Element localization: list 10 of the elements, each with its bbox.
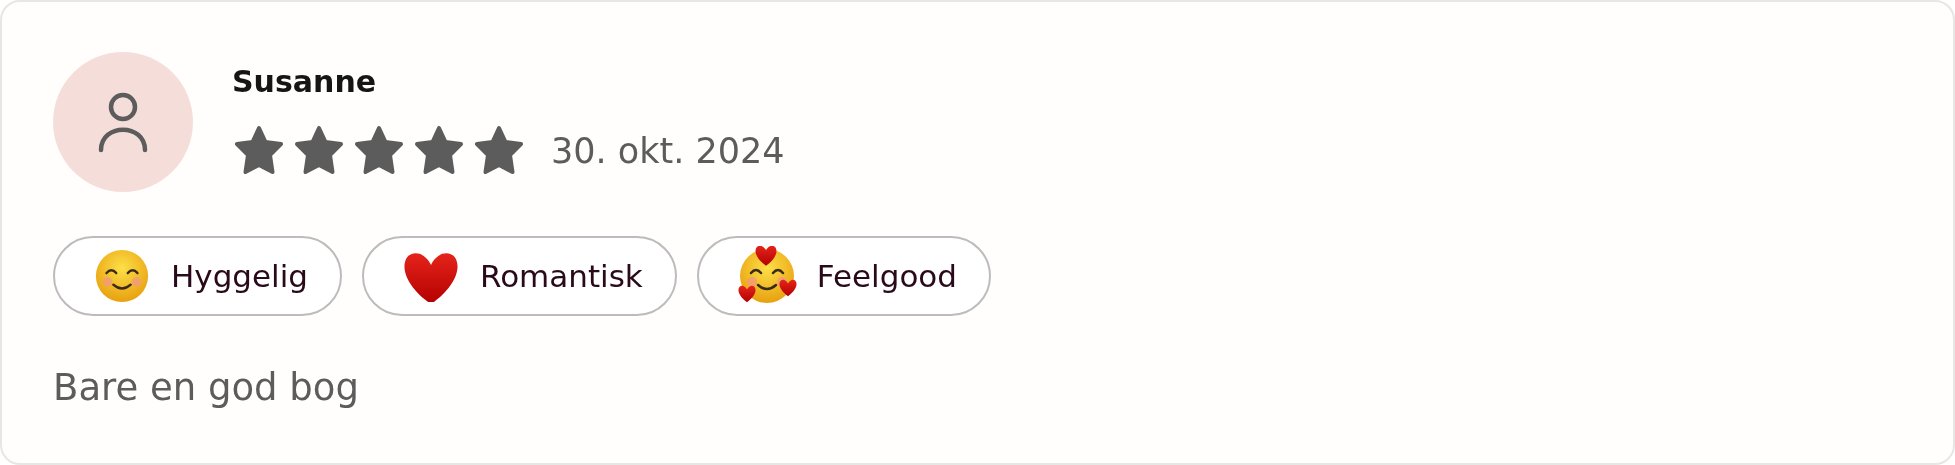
mood-tag[interactable]: Feelgood — [696, 236, 991, 316]
face-with-hearts-icon — [736, 246, 797, 306]
user-icon — [98, 91, 148, 153]
mood-tag[interactable]: Hyggelig — [53, 236, 342, 316]
review-date: 30. okt. 2024 — [551, 130, 785, 173]
review-text: Bare en god bog — [53, 365, 360, 411]
reviewer-name: Susanne — [232, 67, 378, 97]
mood-tag[interactable]: Romantisk — [362, 236, 677, 316]
smiling-face-icon — [93, 247, 151, 305]
heart-icon — [402, 250, 460, 302]
